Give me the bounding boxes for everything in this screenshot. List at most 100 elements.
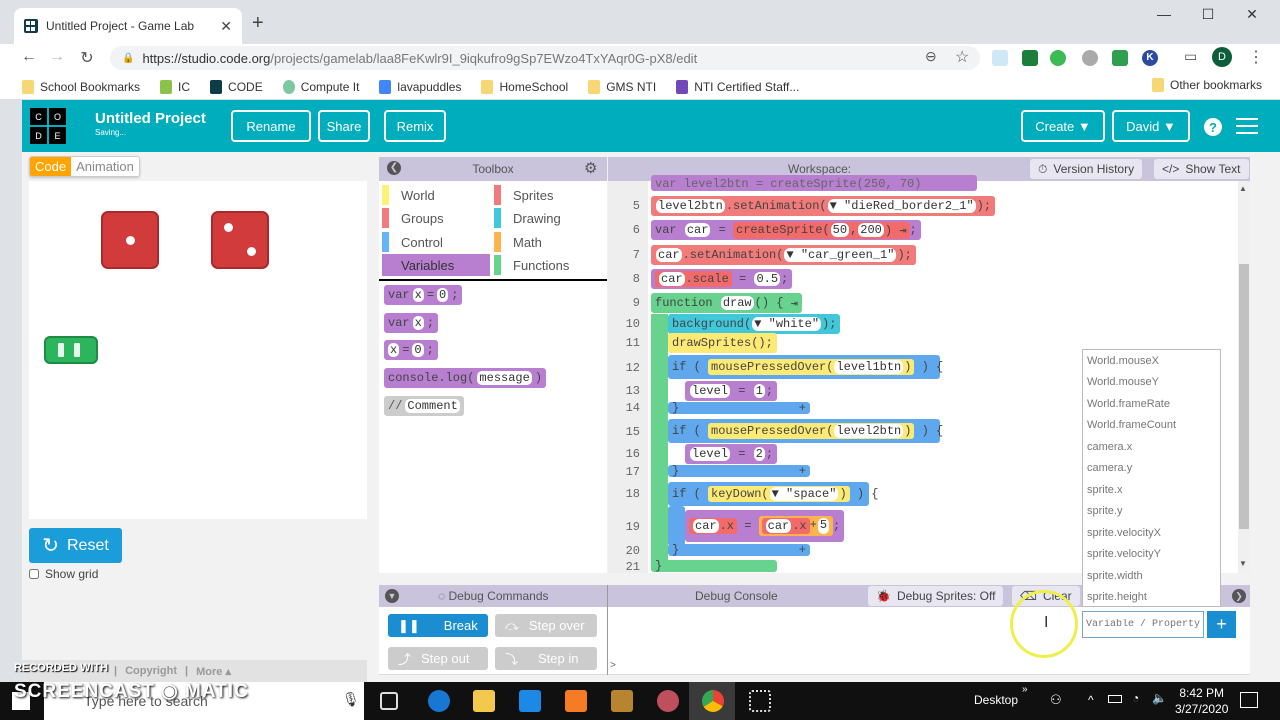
show-grid-toggle[interactable]: Show grid — [29, 567, 98, 581]
copyright-link[interactable]: Copyright — [125, 665, 177, 677]
code-line-10[interactable]: background(▼ "white"); — [668, 314, 841, 334]
block-var-assign[interactable]: var x = 0; — [384, 285, 463, 305]
code-line-7[interactable]: car .setAnimation(▼ "car_green_1"); — [651, 245, 916, 265]
bookmark-compute-it[interactable]: Compute It — [282, 79, 359, 94]
code-line-11[interactable]: drawSprites(); — [668, 333, 777, 353]
bookmark-homeschool[interactable]: HomeSchool — [481, 79, 568, 94]
screen-capture-icon[interactable] — [749, 690, 771, 712]
block-comment[interactable]: //Comment — [384, 396, 464, 416]
block-assign[interactable]: x = 0; — [384, 340, 438, 360]
extension-gear-icon[interactable] — [1082, 50, 1098, 66]
code-line-5[interactable]: level2btn .setAnimation(▼ "dieRed_border2… — [651, 196, 996, 216]
code-line-21[interactable]: } — [651, 559, 777, 573]
close-tab-icon[interactable]: ✕ — [220, 18, 232, 35]
toolbar-expand-icon[interactable]: » — [1022, 684, 1028, 695]
show-grid-checkbox[interactable] — [29, 569, 39, 579]
extension-icon[interactable] — [992, 50, 1008, 66]
mail-icon[interactable] — [519, 690, 541, 712]
bookmark-nti-staff[interactable]: NTI Certified Staff... — [676, 79, 799, 94]
extension-k-icon[interactable]: K — [1142, 50, 1158, 66]
code-line-15[interactable]: if ( mousePressedOver(level2btn) ) { — [668, 419, 943, 443]
address-bar[interactable]: 🔒 https://studio.code.org/projects/gamel… — [110, 46, 980, 70]
autocomplete-item[interactable]: sprite.y — [1083, 501, 1220, 523]
zoom-icon[interactable]: ⊖ — [925, 48, 937, 65]
forward-icon[interactable]: → — [46, 48, 68, 66]
autocomplete-item[interactable]: sprite.height — [1083, 587, 1220, 609]
code-line-12[interactable]: if ( mousePressedOver(level1btn) ) { — [668, 355, 943, 379]
autocomplete-item[interactable]: sprite.width — [1083, 565, 1220, 587]
share-button[interactable]: Share — [318, 110, 370, 142]
workspace-scroll-thumb[interactable] — [1239, 264, 1249, 529]
console-prompt[interactable]: > — [610, 660, 616, 671]
code-line-17[interactable]: } + — [668, 464, 810, 478]
collapse-debug-icon[interactable]: ▼ — [385, 589, 399, 603]
more-link[interactable]: More ▴ — [196, 665, 231, 678]
autocomplete-item[interactable]: World.frameCount — [1083, 415, 1220, 437]
other-bookmarks[interactable]: Other bookmarks — [1152, 78, 1262, 92]
autocomplete-item[interactable]: sprite.velocityY — [1083, 544, 1220, 566]
autocomplete-item[interactable]: World.frameRate — [1083, 393, 1220, 415]
step-out-button[interactable]: ⤴ Step out — [388, 647, 488, 670]
watch-variable-input[interactable] — [1082, 611, 1204, 638]
code-org-logo[interactable]: C O D E — [30, 108, 66, 144]
code-line-13[interactable]: level = 1; — [685, 381, 778, 401]
autocomplete-item[interactable]: World.mouseY — [1083, 372, 1220, 394]
system-clock[interactable]: 8:42 PM 3/27/2020 — [1175, 685, 1228, 717]
microphone-icon[interactable]: 🎙 — [342, 691, 360, 708]
profile-avatar[interactable]: D — [1212, 47, 1232, 67]
category-math[interactable]: Math — [494, 231, 602, 253]
bookmark-ic[interactable]: IC — [160, 79, 190, 94]
collapse-toolbox-icon[interactable]: ❮ — [387, 161, 401, 175]
desktop-toolbar[interactable]: Desktop — [974, 693, 1018, 707]
tab-code[interactable]: Code — [30, 157, 72, 176]
add-else-button[interactable]: + — [799, 464, 806, 478]
autocomplete-item[interactable]: World.mouseX — [1083, 350, 1220, 372]
people-icon[interactable]: ⚇ — [1050, 692, 1062, 708]
code-line-16[interactable]: level = 2; — [685, 444, 778, 464]
category-drawing[interactable]: Drawing — [494, 207, 602, 229]
gear-icon[interactable]: ⚙ — [584, 159, 597, 177]
show-text-button[interactable]: </> Show Text — [1154, 159, 1249, 179]
expand-watch-icon[interactable]: ❯ — [1232, 589, 1246, 603]
maximize-icon[interactable]: ☐ — [1188, 6, 1228, 23]
remix-button[interactable]: Remix — [384, 110, 446, 142]
help-icon[interactable]: ? — [1204, 118, 1222, 136]
wifi-icon[interactable]: ◔ — [1132, 691, 1139, 705]
code-line-8[interactable]: car .scale = 0.5; — [651, 269, 793, 289]
file-explorer-icon[interactable] — [473, 690, 495, 712]
code-line-4[interactable]: var level2btn = createSprite(250, 70) — [651, 175, 977, 191]
break-button[interactable]: ❚❚ Break — [388, 614, 488, 637]
scroll-up-icon[interactable]: ▲ — [1239, 184, 1247, 193]
book-wright-icon[interactable] — [565, 690, 587, 712]
code-line-20[interactable]: } + — [668, 543, 810, 557]
code-line-6[interactable]: var car = createSprite(50, 200) ⇥; — [651, 220, 921, 240]
code-line-14[interactable]: } + — [668, 401, 810, 415]
classroom-extension-icon[interactable] — [1112, 50, 1128, 66]
battery-icon[interactable] — [1108, 695, 1122, 703]
add-watch-button[interactable]: + — [1207, 611, 1236, 638]
tab-animation[interactable]: Animation — [71, 157, 139, 176]
scroll-down-icon[interactable]: ▼ — [1239, 559, 1247, 568]
code-line-19[interactable]: car .x = car .x +5; — [685, 510, 845, 542]
autocomplete-item[interactable]: camera.x — [1083, 436, 1220, 458]
volume-icon[interactable]: 🔈 — [1152, 691, 1167, 705]
reset-button[interactable]: ↻ Reset — [29, 528, 122, 563]
clear-console-button[interactable]: ⌫ Clear — [1012, 586, 1080, 606]
version-history-button[interactable]: ⏱ Version History — [1030, 159, 1143, 179]
user-dropdown[interactable]: David ▼ — [1112, 110, 1190, 142]
bookmark-lavapuddles[interactable]: lavapuddles — [379, 79, 461, 94]
star-icon[interactable]: ☆ — [955, 47, 969, 67]
extension-icon[interactable] — [1022, 50, 1038, 66]
new-tab-button[interactable]: + — [252, 12, 264, 35]
action-center-icon[interactable] — [1240, 692, 1258, 708]
close-window-icon[interactable]: ✕ — [1232, 6, 1272, 23]
block-var-declare[interactable]: var x; — [384, 313, 439, 333]
task-view-icon[interactable] — [380, 692, 398, 710]
block-console-log[interactable]: console.log(message) — [384, 368, 547, 388]
create-dropdown[interactable]: Create ▼ — [1021, 110, 1105, 142]
cast-icon[interactable]: ▭ — [1184, 48, 1197, 65]
extension-plus-icon[interactable] — [1050, 50, 1066, 66]
rename-button[interactable]: Rename — [231, 110, 311, 142]
category-functions[interactable]: Functions — [494, 254, 602, 276]
category-variables[interactable]: Variables — [382, 254, 490, 276]
